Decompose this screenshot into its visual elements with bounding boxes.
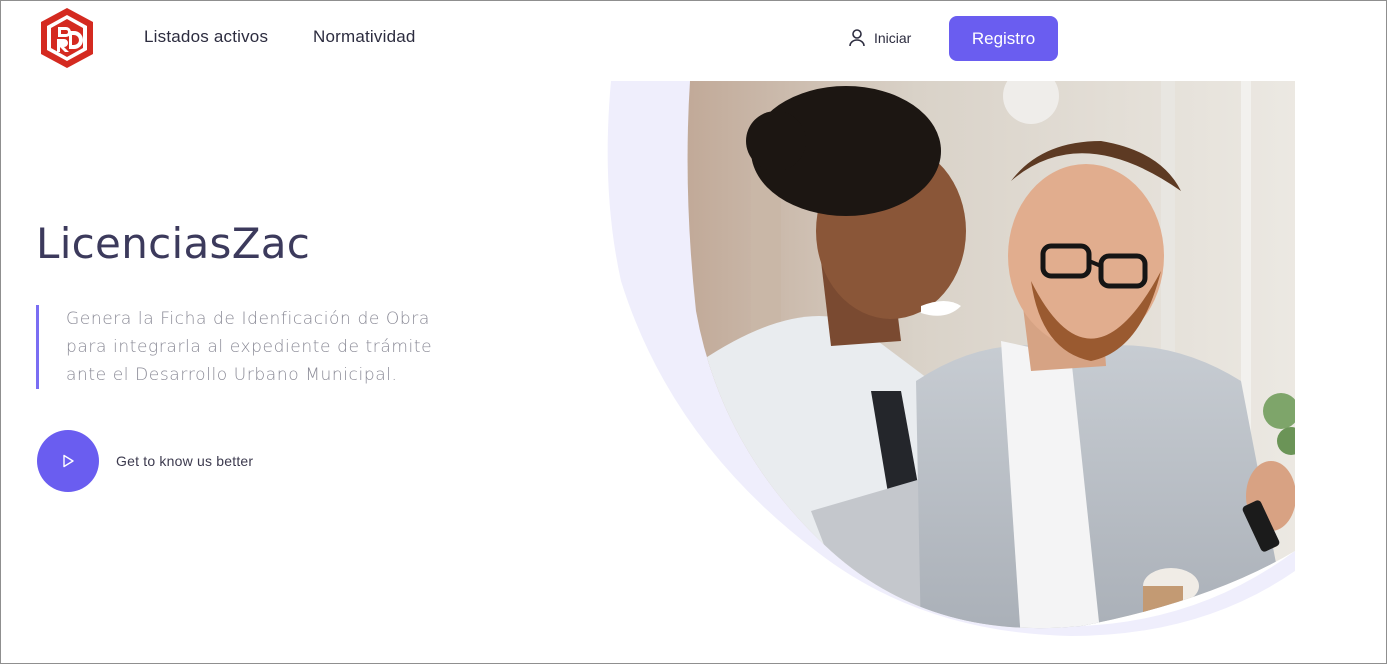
register-button[interactable]: Registro [949, 16, 1058, 61]
play-icon [63, 454, 74, 468]
login-label: Iniciar [874, 30, 912, 46]
video-cta[interactable]: Get to know us better [37, 430, 253, 492]
hero-description-line: para integrarla al expediente de trámite [66, 337, 433, 357]
video-cta-label: Get to know us better [116, 453, 254, 469]
hero-description: Genera la Ficha de Idenficación de Obra … [36, 305, 456, 389]
play-button[interactable] [37, 430, 99, 492]
hero-description-line: ante el Desarrollo Urbano Municipal. [66, 365, 398, 385]
login-link[interactable]: Iniciar [848, 27, 911, 49]
hero-photo [607, 81, 1296, 636]
hero-title: LicenciasZac [36, 219, 311, 268]
user-icon [849, 29, 865, 47]
nav-link-normatividad[interactable]: Normatividad [313, 27, 416, 47]
page: Listados activos Normatividad Iniciar Re… [0, 0, 1387, 664]
hero-description-line: Genera la Ficha de Idenficación de Obra [66, 309, 430, 329]
nav-link-listados-activos[interactable]: Listados activos [144, 27, 268, 47]
brand-logo-icon[interactable] [38, 7, 96, 69]
